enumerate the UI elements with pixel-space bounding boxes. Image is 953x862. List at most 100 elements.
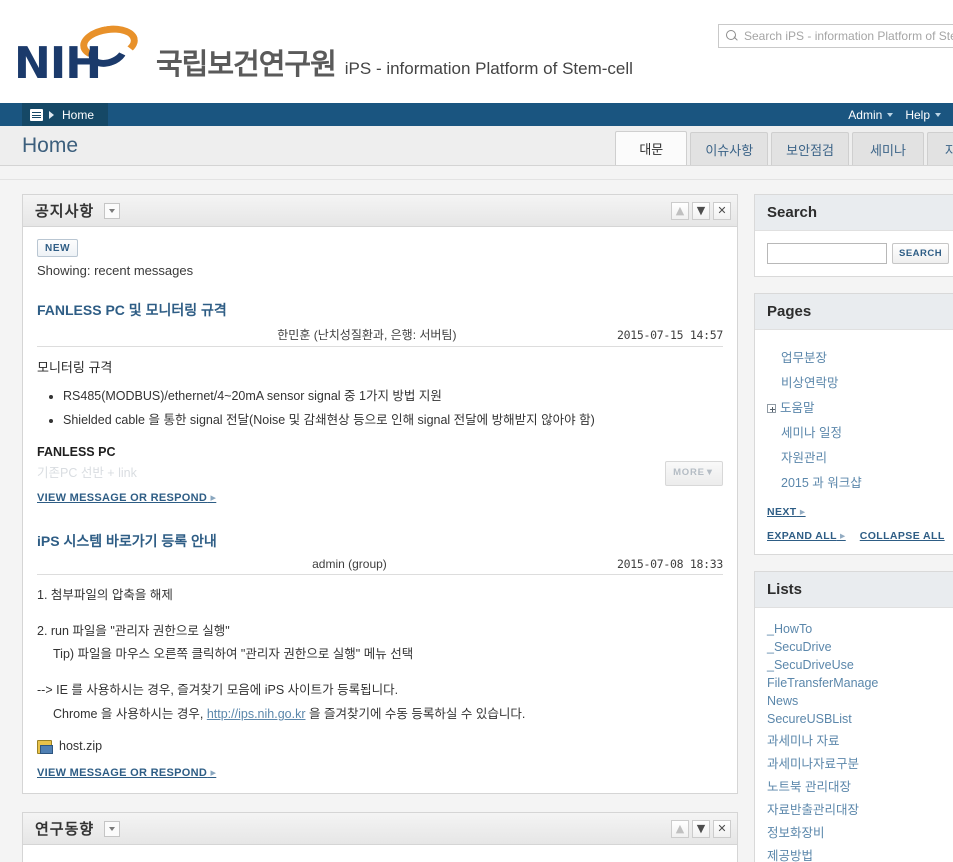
breadcrumb[interactable]: Home xyxy=(22,103,109,126)
message-line-4: --> IE 를 사용하시는 경우, 즐겨찾기 모음에 iPS 사이트가 등록됩… xyxy=(37,683,399,698)
list-item[interactable]: 정보화장비 xyxy=(767,820,941,843)
move-up-button[interactable]: ▲ xyxy=(671,819,689,838)
message-meta: admin (group) 2015-07-08 18:33 xyxy=(37,557,723,575)
pages-portlet-body: 업무분장 비상연락망 도움말 세미나 일정 자원관리 2015 과 워크샵 NE… xyxy=(755,330,953,554)
message-section-heading-2: FANLESS PC xyxy=(37,444,116,459)
pages-item-label: 도움말 xyxy=(780,401,815,415)
move-down-button[interactable]: ▼ xyxy=(692,819,710,838)
brand-korean-name: 국립보건연구원 xyxy=(156,47,337,81)
search-button[interactable]: SEARCH xyxy=(892,243,950,264)
message-title[interactable]: FANLESS PC 및 모니터링 규격 xyxy=(37,300,723,320)
more-button[interactable]: MORE▼ xyxy=(665,461,723,486)
view-message-or-respond-link[interactable]: VIEW MESSAGE OR RESPOND ▸ xyxy=(37,764,723,783)
pages-list: 업무분장 비상연락망 도움말 세미나 일정 자원관리 2015 과 워크샵 xyxy=(767,342,941,494)
attachment-filename[interactable]: host.zip xyxy=(59,736,102,758)
pages-item-업무분장[interactable]: 업무분장 xyxy=(767,344,941,369)
more-button-label: MORE xyxy=(673,467,705,479)
close-button[interactable]: ✕ xyxy=(713,201,731,220)
nav-left-spacer xyxy=(0,103,22,126)
announcements-header: 공지사항 ▲ ▼ ✕ xyxy=(23,195,737,227)
tab-security-check[interactable]: 보안점검 xyxy=(771,132,849,165)
tab-label: 대문 xyxy=(639,142,664,157)
message-faded-text: 기존PC 선반 + link xyxy=(37,466,137,481)
pages-item-도움말[interactable]: 도움말 xyxy=(767,394,941,419)
title-underbar xyxy=(0,166,953,180)
attachment-row[interactable]: host.zip xyxy=(37,736,723,758)
expand-all-link[interactable]: EXPAND ALL ▸ xyxy=(767,530,846,542)
chevron-right-icon: ▸ xyxy=(796,506,806,518)
tab-seminar[interactable]: 세미나 xyxy=(852,132,924,165)
pages-item-세미나일정[interactable]: 세미나 일정 xyxy=(767,419,941,444)
search-portlet-body: SEARCH xyxy=(755,231,953,276)
message-title-prefix: FANLESS PC xyxy=(37,302,125,318)
pages-item-비상연락망[interactable]: 비상연락망 xyxy=(767,369,941,394)
message-body: 모니터링 규격 RS485(MODBUS)/ethernet/4~20mA se… xyxy=(37,347,723,509)
chevron-down-icon xyxy=(109,826,116,831)
message-title-rest: 시스템 바로가기 등록 안내 xyxy=(59,532,217,549)
page-titlebar: Home 대문 이슈사항 보안점검 세미나 자료실 xyxy=(0,126,953,166)
list-item[interactable]: News xyxy=(767,692,941,710)
pages-portlet-title: Pages xyxy=(755,294,953,330)
document-icon xyxy=(30,108,43,121)
message-section-heading: 모니터링 규격 xyxy=(37,360,113,375)
list-item[interactable]: 제공방법 xyxy=(767,843,941,862)
list-item[interactable]: 노트북 관리대장 xyxy=(767,774,941,797)
external-url-link[interactable]: http://ips.nih.go.kr xyxy=(207,707,306,721)
tab-issues[interactable]: 이슈사항 xyxy=(690,132,769,165)
chevron-down-icon xyxy=(887,112,894,117)
pages-item-자원관리[interactable]: 자원관리 xyxy=(767,444,941,469)
tab-archive[interactable]: 자료실 xyxy=(927,132,953,165)
content-area: 공지사항 ▲ ▼ ✕ NEW Showing: recent messages … xyxy=(0,180,953,862)
portlet-actions: ▲ ▼ ✕ xyxy=(671,201,731,220)
expand-icon[interactable] xyxy=(767,404,776,414)
tab-daemun[interactable]: 대문 xyxy=(615,131,688,165)
message-truncated-row: 기존PC 선반 + link MORE▼ xyxy=(37,461,723,486)
pages-item-워크샵[interactable]: 2015 과 워크샵 xyxy=(767,469,941,494)
search-icon xyxy=(725,29,739,43)
pages-next-link[interactable]: NEXT ▸ xyxy=(767,506,806,518)
respond-label: VIEW MESSAGE OR RESPOND xyxy=(37,766,208,779)
chevron-right-icon: ▸ xyxy=(207,492,217,505)
collapse-all-label: COLLAPSE ALL xyxy=(859,530,945,542)
view-message-or-respond-link[interactable]: VIEW MESSAGE OR RESPOND ▸ xyxy=(37,489,723,508)
move-up-button[interactable]: ▲ xyxy=(671,201,689,220)
collapse-all-link[interactable]: COLLAPSE ALL xyxy=(860,530,945,542)
message-line-1: 1. 첨부파일의 압축을 해제 xyxy=(37,587,173,602)
list-item: RS485(MODBUS)/ethernet/4~20mA sensor sig… xyxy=(63,386,723,408)
portlet-menu-button[interactable] xyxy=(104,820,121,837)
search-portlet: Search SEARCH xyxy=(754,194,953,277)
search-input[interactable] xyxy=(767,243,887,264)
list-item[interactable]: FileTransferManage xyxy=(767,674,941,692)
message-author: 한민훈 (난치성질환과, 은행: 서버팀) xyxy=(277,328,457,342)
help-menu[interactable]: Help xyxy=(899,108,947,122)
nih-logo-text: NIH xyxy=(14,38,102,89)
portlet-menu-button[interactable] xyxy=(104,202,121,219)
tab-bar: 대문 이슈사항 보안점검 세미나 자료실 xyxy=(612,131,953,165)
lists-portlet-body: _HowTo _SecuDrive _SecuDriveUse FileTran… xyxy=(755,608,953,862)
chevron-right-icon: ▸ xyxy=(207,766,217,779)
site-logo[interactable]: NIH 국립보건연구원 iPS - information Platform o… xyxy=(14,22,633,89)
move-down-button[interactable]: ▼ xyxy=(692,201,710,220)
list-item[interactable]: 자료반출관리대장 xyxy=(767,797,941,820)
list-item[interactable]: 과세미나 자료 xyxy=(767,728,941,751)
nih-logo-mark: NIH xyxy=(14,22,141,89)
message-title-prefix: iPS xyxy=(37,532,60,549)
list-item[interactable]: SecureUSBList xyxy=(767,710,941,728)
admin-menu[interactable]: Admin xyxy=(842,108,899,122)
pages-next-row: NEXT ▸ xyxy=(767,506,941,518)
search-row: SEARCH xyxy=(767,243,950,264)
pages-portlet: Pages 업무분장 비상연락망 도움말 세미나 일정 자원관리 2015 과 … xyxy=(754,293,953,555)
announcements-portlet: 공지사항 ▲ ▼ ✕ NEW Showing: recent messages … xyxy=(22,194,738,795)
list-item[interactable]: _HowTo xyxy=(767,620,941,638)
list-item[interactable]: _SecuDriveUse xyxy=(767,656,941,674)
message-date: 2015-07-08 18:33 xyxy=(616,556,723,571)
lists-portlet-title: Lists xyxy=(755,572,953,608)
close-button[interactable]: ✕ xyxy=(713,819,731,838)
list-item[interactable]: _SecuDrive xyxy=(767,638,941,656)
respond-label: VIEW MESSAGE OR RESPOND xyxy=(37,492,208,505)
global-search-input[interactable] xyxy=(742,28,953,44)
list-item[interactable]: 과세미나자료구분 xyxy=(767,751,941,774)
message-title[interactable]: iPS 시스템 바로가기 등록 안내 xyxy=(37,531,723,551)
global-search-box[interactable] xyxy=(718,24,953,48)
nav-right-group: Admin Help xyxy=(842,103,953,126)
